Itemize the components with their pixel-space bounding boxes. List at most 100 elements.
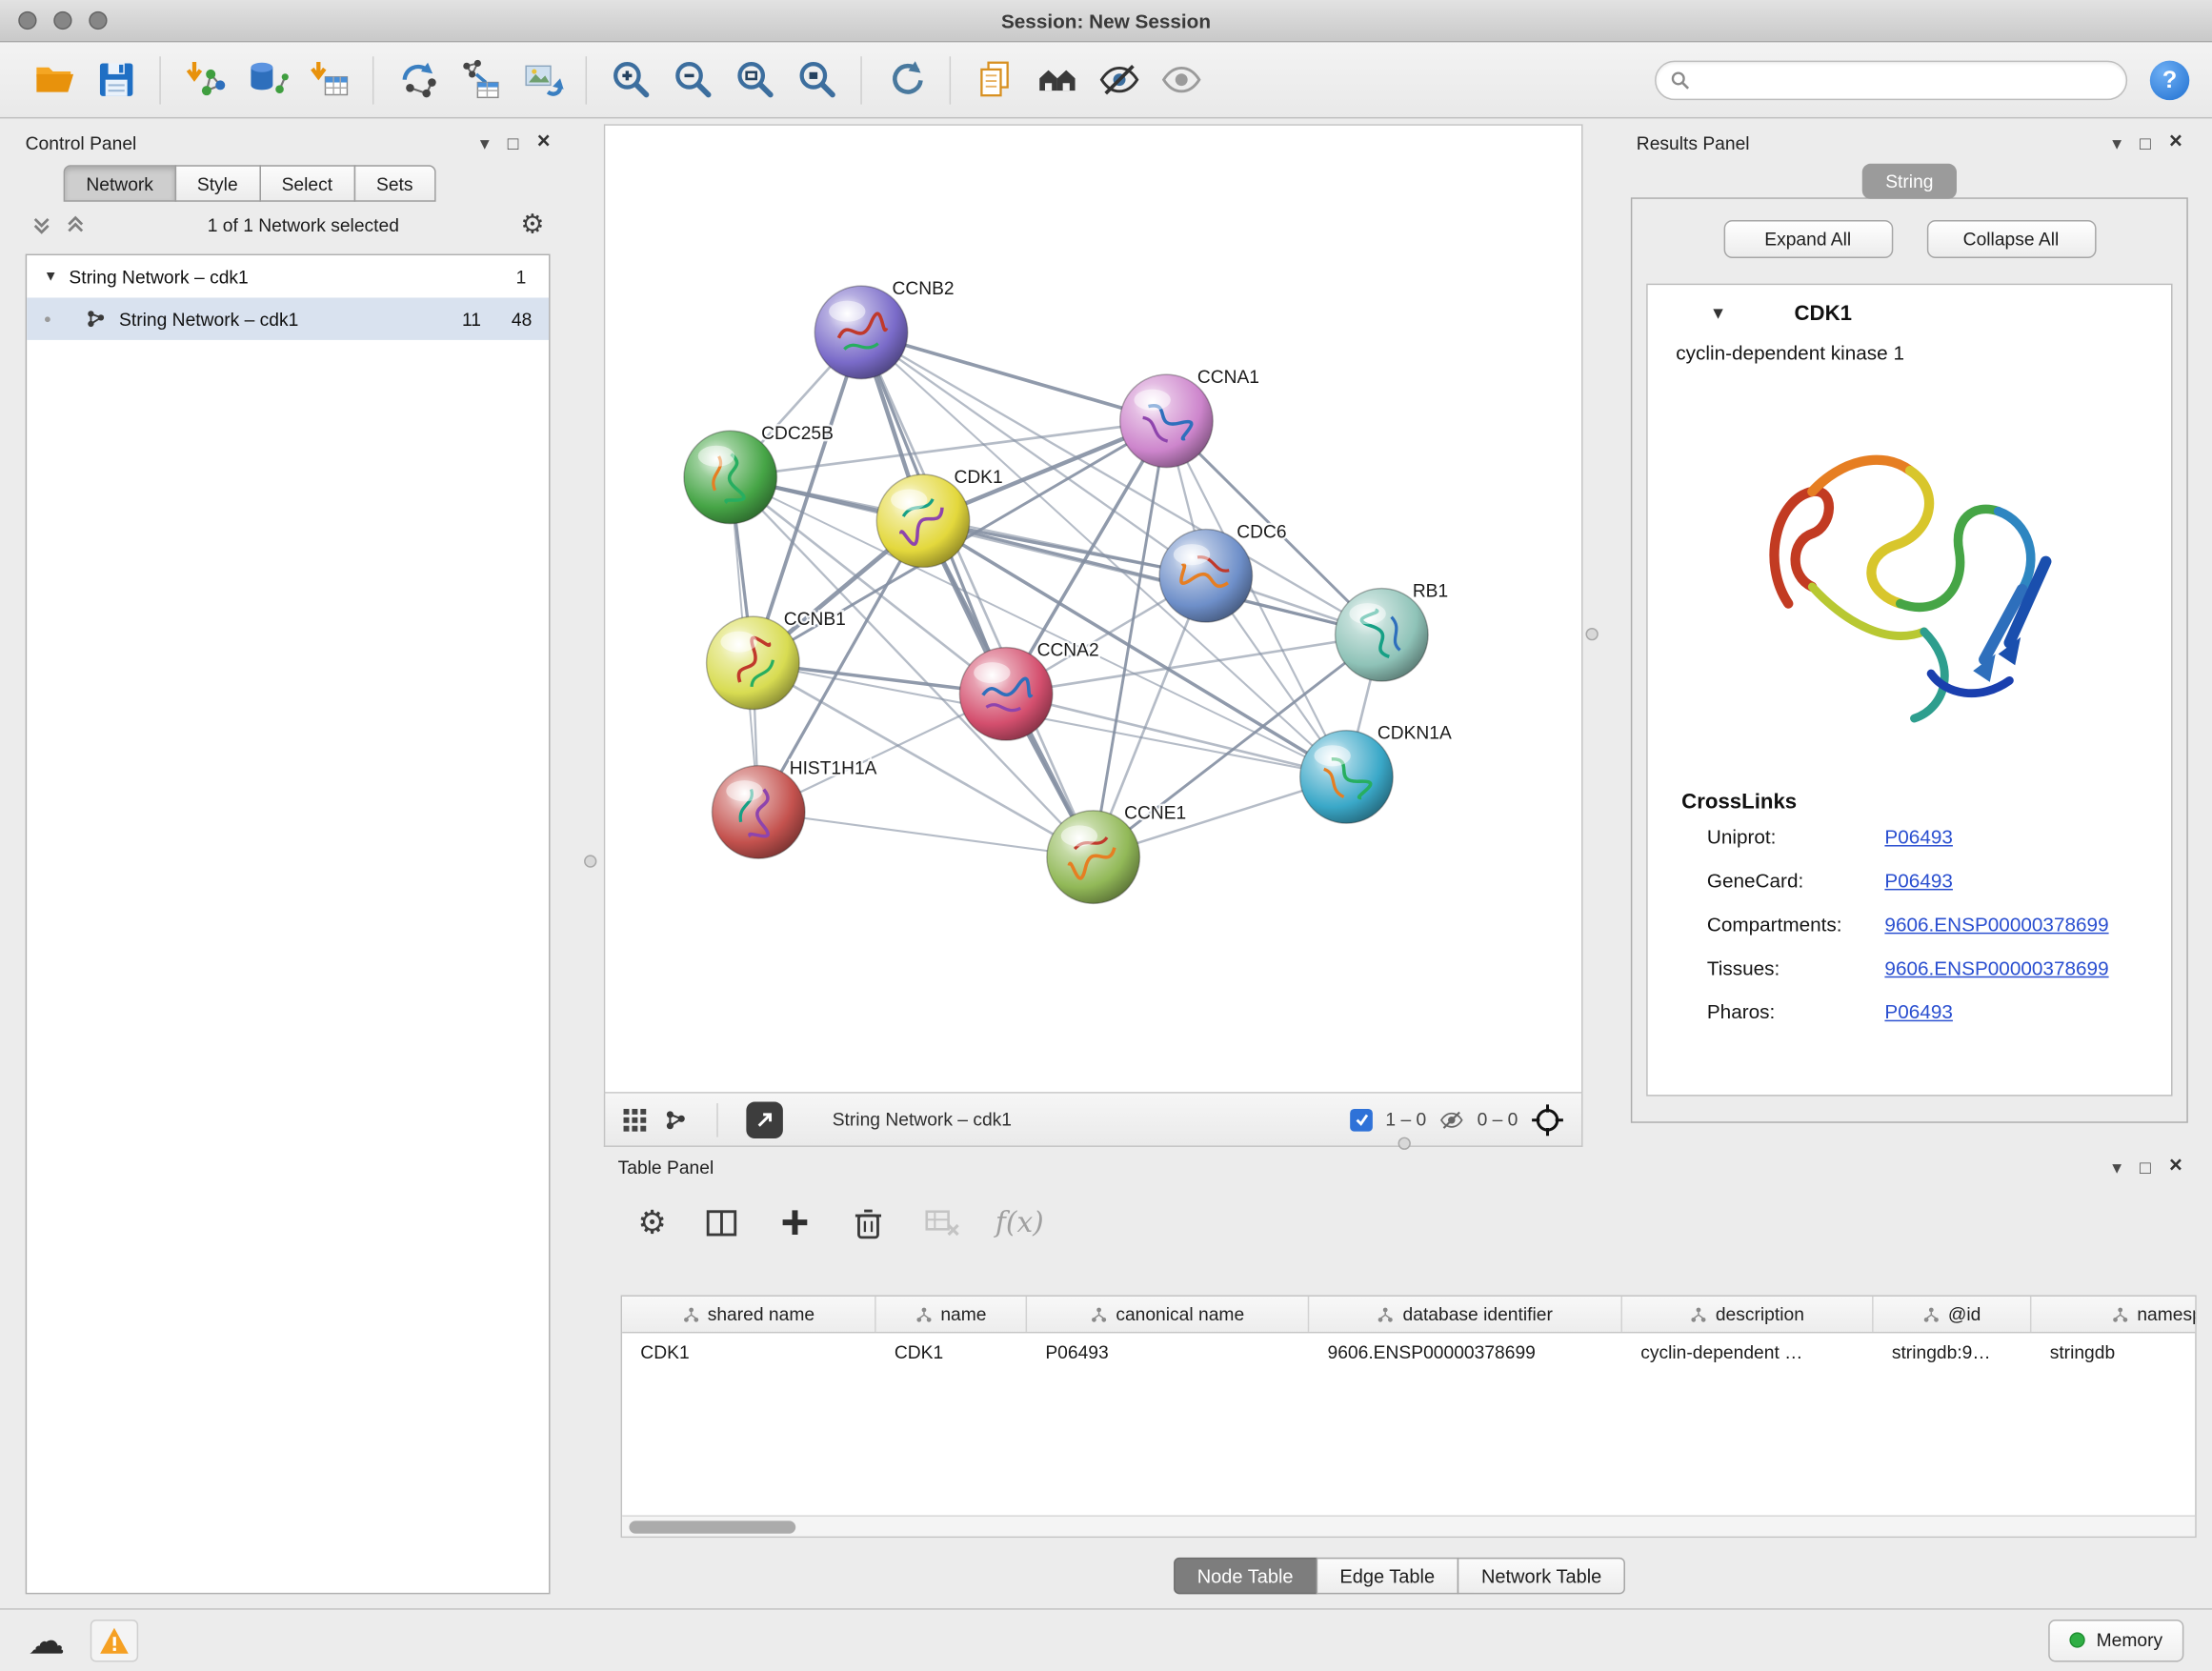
protein-card-header[interactable]: ▼ CDK1: [1648, 285, 2171, 341]
collapse-all-icon[interactable]: [31, 213, 52, 234]
import-network-from-database-button[interactable]: [235, 49, 297, 111]
table-export-button[interactable]: [449, 49, 511, 111]
network-view-canvas[interactable]: CCNB2CCNA1CDC25BCDK1CDC6RB1CCNB1CCNA2CDK…: [604, 124, 1583, 1093]
column-header-description[interactable]: description: [1622, 1297, 1874, 1332]
network-table-tab[interactable]: Network Table: [1458, 1558, 1626, 1595]
collapse-triangle-icon[interactable]: ▼: [1710, 303, 1727, 323]
node-label: CDC25B: [761, 424, 834, 444]
image-export-button[interactable]: [511, 49, 573, 111]
open-in-browser-button[interactable]: [746, 1101, 783, 1138]
column-header-namespace[interactable]: namespace: [2031, 1297, 2196, 1332]
home-button[interactable]: [1026, 49, 1088, 111]
network-graph[interactable]: CCNB2CCNA1CDC25BCDK1CDC6RB1CCNB1CCNA2CDK…: [605, 126, 1581, 1092]
current-network-dot-icon: ●: [44, 312, 51, 326]
splitter-handle[interactable]: [1585, 628, 1598, 640]
show-all-button[interactable]: [1150, 49, 1212, 111]
zoom-selected-button[interactable]: [786, 49, 848, 111]
open-session-button[interactable]: [23, 49, 85, 111]
selected-items-checkbox[interactable]: [1350, 1108, 1373, 1131]
panel-float-icon[interactable]: □: [508, 133, 519, 151]
column-header-database-identifier[interactable]: database identifier: [1309, 1297, 1622, 1332]
node-CDK1[interactable]: CDK1: [876, 468, 1002, 568]
node-table: shared name namecanonical name database id…: [621, 1295, 2197, 1538]
scrollbar-thumb[interactable]: [629, 1520, 795, 1533]
tab-network[interactable]: Network: [64, 165, 176, 202]
network-glyph-icon[interactable]: [663, 1107, 689, 1133]
crosslink-value-link[interactable]: P06493: [1884, 999, 1952, 1022]
zoom-fit-button[interactable]: [724, 49, 786, 111]
clone-network-button[interactable]: [963, 49, 1025, 111]
table-options-gear-icon[interactable]: ⚙: [637, 1205, 667, 1238]
network-from-selection-button[interactable]: [387, 49, 449, 111]
hide-selected-button[interactable]: [1088, 49, 1150, 111]
zoom-out-button[interactable]: [662, 49, 724, 111]
tab-select[interactable]: Select: [259, 165, 355, 202]
column-header-shared-name[interactable]: shared name: [622, 1297, 876, 1332]
expand-all-icon[interactable]: [65, 213, 86, 234]
panel-close-icon[interactable]: ×: [2169, 1156, 2182, 1178]
panel-menu-icon[interactable]: ▾: [2112, 1158, 2122, 1176]
node-CCNB2[interactable]: CCNB2: [814, 279, 954, 379]
cloud-icon[interactable]: ☁: [29, 1621, 66, 1659]
splitter-handle[interactable]: [584, 855, 596, 867]
panel-float-icon[interactable]: □: [2140, 133, 2151, 151]
panel-menu-icon[interactable]: ▾: [480, 133, 490, 151]
column-header-name[interactable]: name: [876, 1297, 1027, 1332]
search-input[interactable]: [1699, 70, 2111, 91]
birdseye-grid-icon[interactable]: [622, 1107, 648, 1133]
edge-table-tab[interactable]: Edge Table: [1316, 1558, 1458, 1595]
current-network-name: String Network – cdk1: [833, 1109, 1012, 1130]
node-HIST1H1A[interactable]: HIST1H1A: [713, 758, 877, 858]
crosslink-value-link[interactable]: 9606.ENSP00000378699: [1884, 912, 2108, 935]
splitter-handle[interactable]: [1398, 1137, 1411, 1150]
tab-style[interactable]: Style: [174, 165, 260, 202]
column-type-icon: [1690, 1306, 1707, 1323]
search-box[interactable]: [1655, 60, 2127, 99]
edge-CCNB2-CCNE1[interactable]: [861, 332, 1094, 857]
expand-all-button[interactable]: Expand All: [1723, 220, 1893, 258]
crosslink-value-link[interactable]: 9606.ENSP00000378699: [1884, 956, 2108, 978]
zoom-in-button[interactable]: [599, 49, 661, 111]
panel-close-icon[interactable]: ×: [2169, 131, 2182, 154]
save-session-button[interactable]: [85, 49, 147, 111]
panel-menu-icon[interactable]: ▾: [2112, 133, 2122, 151]
node-CCNE1[interactable]: CCNE1: [1047, 804, 1186, 904]
node-count: 11: [431, 309, 481, 330]
crosshair-icon[interactable]: [1531, 1102, 1565, 1137]
column-header-canonical-name[interactable]: canonical name: [1027, 1297, 1309, 1332]
network-options-gear-icon[interactable]: ⚙: [520, 211, 544, 237]
show-columns-icon[interactable]: [702, 1202, 740, 1240]
edge-CCNB2-CCNA1[interactable]: [861, 332, 1166, 421]
delete-column-icon[interactable]: [849, 1202, 887, 1240]
panel-close-icon[interactable]: ×: [537, 131, 551, 154]
node-CDC25B[interactable]: CDC25B: [684, 424, 834, 524]
import-network-from-file-button[interactable]: [173, 49, 235, 111]
crosslink-value-link[interactable]: P06493: [1884, 825, 1952, 848]
collapse-all-button[interactable]: Collapse All: [1926, 220, 2096, 258]
column-header-label: shared name: [708, 1303, 814, 1324]
network-row[interactable]: ● String Network – cdk1 11 48: [27, 297, 549, 339]
node-CCNA1[interactable]: CCNA1: [1120, 368, 1259, 468]
network-collection-row[interactable]: ▼ String Network – cdk1 1: [27, 255, 549, 297]
column-header-label: database identifier: [1403, 1303, 1553, 1324]
import-table-from-file-button[interactable]: [297, 49, 359, 111]
tab-sets[interactable]: Sets: [353, 165, 435, 202]
memory-button[interactable]: Memory: [2048, 1619, 2183, 1661]
panel-float-icon[interactable]: □: [2140, 1158, 2151, 1176]
collapse-triangle-icon[interactable]: ▼: [44, 269, 58, 284]
table-row[interactable]: CDK1CDK1P064939606.ENSP00000378699cyclin…: [622, 1333, 2195, 1371]
node-CDKN1A[interactable]: CDKN1A: [1300, 724, 1452, 824]
node-RB1[interactable]: RB1: [1336, 581, 1449, 681]
edge-HIST1H1A-CCNE1[interactable]: [758, 812, 1093, 856]
table-cell: cyclin-dependent …: [1622, 1341, 1874, 1362]
column-header--id[interactable]: @id: [1874, 1297, 2032, 1332]
tab-string[interactable]: String: [1861, 164, 1958, 199]
edge-CCNA2-CDKN1A[interactable]: [1006, 694, 1346, 776]
warnings-button[interactable]: [90, 1619, 138, 1661]
horizontal-scrollbar[interactable]: [622, 1515, 2195, 1536]
node-table-tab[interactable]: Node Table: [1174, 1558, 1317, 1595]
add-column-icon[interactable]: [775, 1202, 814, 1240]
apply-preferred-layout-button[interactable]: [875, 49, 936, 111]
help-button[interactable]: ?: [2150, 60, 2189, 99]
crosslink-value-link[interactable]: P06493: [1884, 868, 1952, 891]
